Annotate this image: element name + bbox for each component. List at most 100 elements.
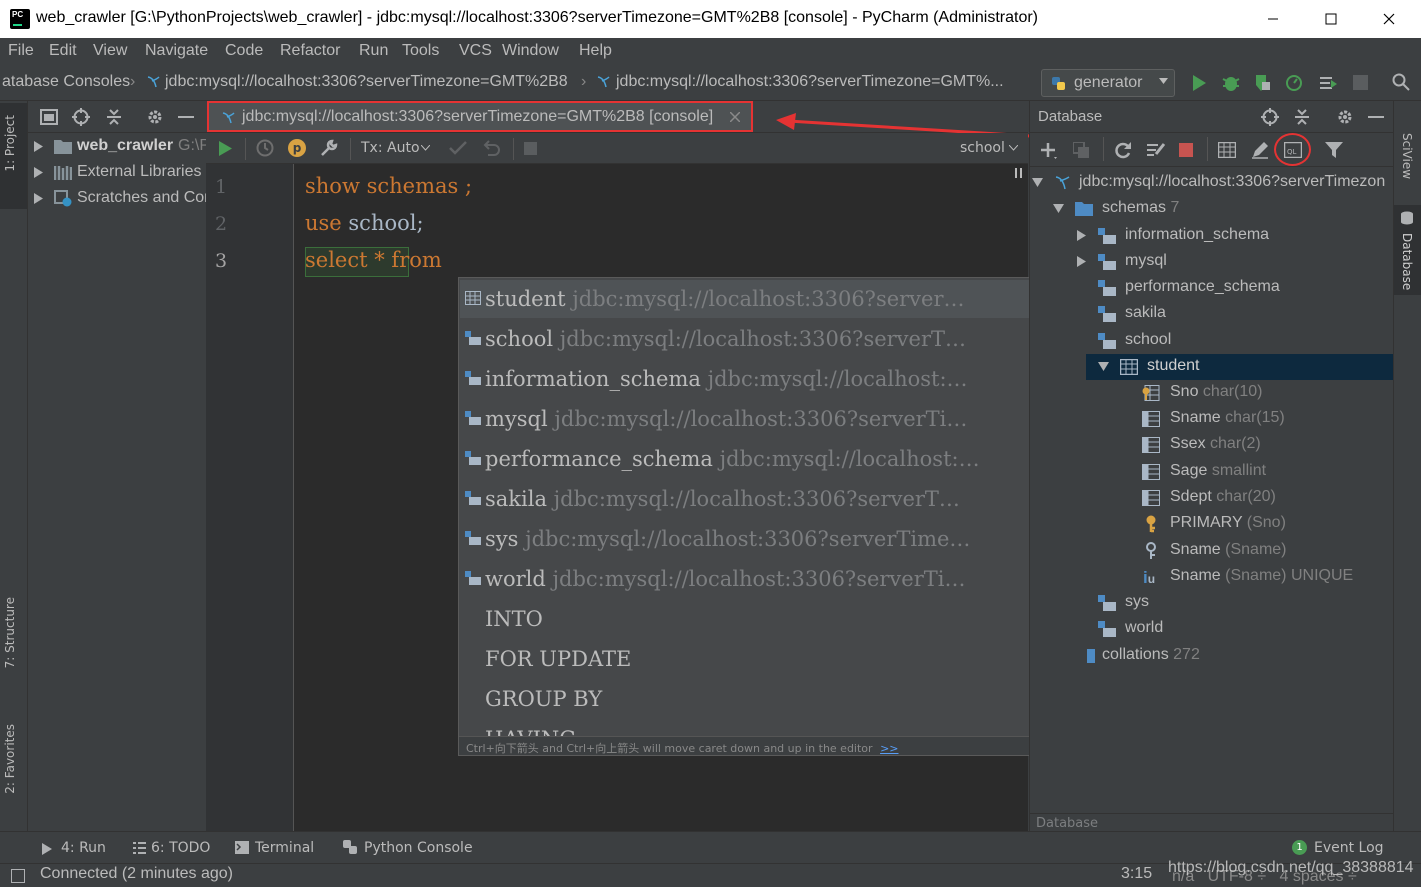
breadcrumb-connection[interactable]: jdbc:mysql://localhost:3306?serverTimezo… xyxy=(165,73,568,91)
project-root-path: G:\P xyxy=(178,137,206,154)
expand-down-icon[interactable] xyxy=(1053,204,1064,213)
breadcrumb-consoles[interactable]: atabase Consoles xyxy=(2,73,130,91)
filter-icon[interactable] xyxy=(1325,142,1343,158)
collapse-all-icon[interactable] xyxy=(1294,108,1310,126)
close-button[interactable] xyxy=(1366,0,1412,38)
completion-item[interactable]: student jdbc:mysql://localhost:3306?serv… xyxy=(460,280,1067,320)
expand-arrow-icon[interactable] xyxy=(1077,256,1086,267)
run-config-select[interactable]: generator xyxy=(1041,69,1175,97)
run-config-label: generator xyxy=(1074,74,1143,91)
edit-icon[interactable] xyxy=(1251,141,1269,159)
rollback-icon[interactable] xyxy=(482,139,500,157)
expand-arrow-icon[interactable] xyxy=(34,167,43,178)
menu-refactor[interactable]: Refactor xyxy=(280,42,340,60)
schema-icon xyxy=(465,451,481,465)
debug-icon[interactable] xyxy=(1221,73,1241,93)
expand-arrow-icon[interactable] xyxy=(34,141,43,152)
project-strip-label[interactable]: 1: Project xyxy=(3,115,17,172)
completion-keyword[interactable]: INTO xyxy=(460,600,1067,640)
window-title: web_crawler [G:\PythonProjects\web_crawl… xyxy=(36,9,1038,26)
completion-keyword[interactable]: FOR UPDATE xyxy=(460,640,1067,680)
completion-keyword[interactable]: GROUP BY xyxy=(460,680,1067,720)
schemas-settings-icon[interactable] xyxy=(1146,141,1166,159)
bottom-tab-todo[interactable]: 6: TODO xyxy=(151,840,210,856)
expand-down-icon[interactable] xyxy=(1032,178,1043,187)
caret-position[interactable]: 3:15 xyxy=(1121,865,1152,883)
menu-view[interactable]: View xyxy=(93,42,127,60)
menu-help[interactable]: Help xyxy=(579,42,612,60)
tree-item-external-libraries[interactable]: External Libraries xyxy=(28,160,206,186)
completion-item[interactable]: school jdbc:mysql://localhost:3306?serve… xyxy=(460,320,1067,360)
profile-icon[interactable] xyxy=(1285,73,1305,93)
tree-item-project-root[interactable]: web_crawler G:\P xyxy=(28,134,206,160)
locate-icon[interactable] xyxy=(72,108,90,126)
database-panel: Database QL jdbc:mysql://localhost:3306?… xyxy=(1029,101,1393,831)
parameters-icon[interactable]: p xyxy=(288,139,306,157)
refresh-icon[interactable] xyxy=(1114,141,1132,159)
add-icon[interactable] xyxy=(1040,142,1058,160)
stop-icon[interactable] xyxy=(524,142,537,155)
commit-icon[interactable] xyxy=(449,140,467,156)
history-icon[interactable] xyxy=(256,139,274,157)
completion-popup[interactable]: student jdbc:mysql://localhost:3306?serv… xyxy=(458,277,1085,756)
sciview-strip-label[interactable]: SciView xyxy=(1400,133,1414,179)
search-icon[interactable] xyxy=(1392,73,1410,91)
favorites-strip-label[interactable]: 2: Favorites xyxy=(3,724,17,794)
gear-icon[interactable] xyxy=(1336,108,1354,126)
duplicate-icon[interactable] xyxy=(1073,142,1089,158)
bottom-tab-python-console[interactable]: Python Console xyxy=(364,840,473,856)
menu-window[interactable]: Window xyxy=(502,42,559,60)
wrench-icon[interactable] xyxy=(320,139,338,157)
tab-console[interactable]: jdbc:mysql://localhost:3306?serverTimezo… xyxy=(207,101,753,132)
execute-icon[interactable] xyxy=(219,141,232,156)
expand-down-icon[interactable] xyxy=(1098,362,1109,371)
coverage-icon[interactable] xyxy=(1253,73,1273,93)
menu-file[interactable]: File xyxy=(8,42,34,60)
completion-hint: Ctrl+向下箭头 and Ctrl+向上箭头 will move caret … xyxy=(466,742,873,755)
completion-item[interactable]: sakila jdbc:mysql://localhost:3306?serve… xyxy=(460,480,1067,520)
disconnect-icon[interactable] xyxy=(1179,143,1193,157)
menu-tools[interactable]: Tools xyxy=(402,42,439,60)
pause-icon xyxy=(1015,168,1023,178)
run-icon[interactable] xyxy=(1191,74,1207,92)
expand-arrow-icon[interactable] xyxy=(1077,230,1086,241)
menu-edit[interactable]: Edit xyxy=(49,42,77,60)
maximize-button[interactable] xyxy=(1308,0,1354,38)
table-editor-icon[interactable] xyxy=(1218,142,1236,158)
concurrency-icon[interactable] xyxy=(1318,73,1338,93)
toggle-tool-windows-icon[interactable] xyxy=(11,869,25,883)
completion-item[interactable]: information_schema jdbc:mysql://localhos… xyxy=(460,360,1067,400)
menu-run[interactable]: Run xyxy=(359,42,388,60)
menu-vcs[interactable]: VCS xyxy=(459,42,492,60)
bottom-tab-run[interactable]: 4: Run xyxy=(61,840,106,856)
schema-select[interactable]: school xyxy=(960,140,1005,156)
collapse-all-icon[interactable] xyxy=(106,108,122,126)
menu-navigate[interactable]: Navigate xyxy=(145,42,208,60)
schema-icon xyxy=(1098,306,1116,322)
completion-item[interactable]: performance_schema jdbc:mysql://localhos… xyxy=(460,440,1067,480)
database-strip-label[interactable]: Database xyxy=(1400,233,1414,290)
menu-code[interactable]: Code xyxy=(225,42,263,60)
hide-icon[interactable] xyxy=(178,116,194,119)
tree-item-scratches[interactable]: Scratches and Cor xyxy=(28,186,206,212)
minimize-button[interactable] xyxy=(1250,0,1296,38)
structure-strip-label[interactable]: 7: Structure xyxy=(3,597,17,668)
completion-item[interactable]: world jdbc:mysql://localhost:3306?server… xyxy=(460,560,1067,600)
breadcrumb-console[interactable]: jdbc:mysql://localhost:3306?serverTimezo… xyxy=(616,73,1004,91)
completion-item[interactable]: sys jdbc:mysql://localhost:3306?serverTi… xyxy=(460,520,1067,560)
gear-icon[interactable] xyxy=(146,108,164,126)
close-tab-icon[interactable] xyxy=(730,112,740,122)
hint-link[interactable]: >> xyxy=(880,742,898,755)
schema-icon xyxy=(1098,254,1116,270)
bottom-tab-terminal[interactable]: Terminal xyxy=(255,840,314,856)
stop-icon[interactable] xyxy=(1353,75,1368,90)
hide-icon[interactable] xyxy=(1368,116,1384,119)
completion-keyword[interactable]: HAVING xyxy=(460,720,1067,736)
completion-item[interactable]: mysql jdbc:mysql://localhost:3306?server… xyxy=(460,400,1067,440)
window-icon[interactable] xyxy=(40,109,58,125)
connection-label: jdbc:mysql://localhost:3306?serverTimezo… xyxy=(1079,173,1386,190)
expand-arrow-icon[interactable] xyxy=(34,193,43,204)
gear-plus-icon[interactable] xyxy=(1261,108,1279,126)
event-log-button[interactable]: Event Log xyxy=(1314,840,1384,856)
transaction-mode-select[interactable]: Tx: Auto xyxy=(361,140,420,156)
